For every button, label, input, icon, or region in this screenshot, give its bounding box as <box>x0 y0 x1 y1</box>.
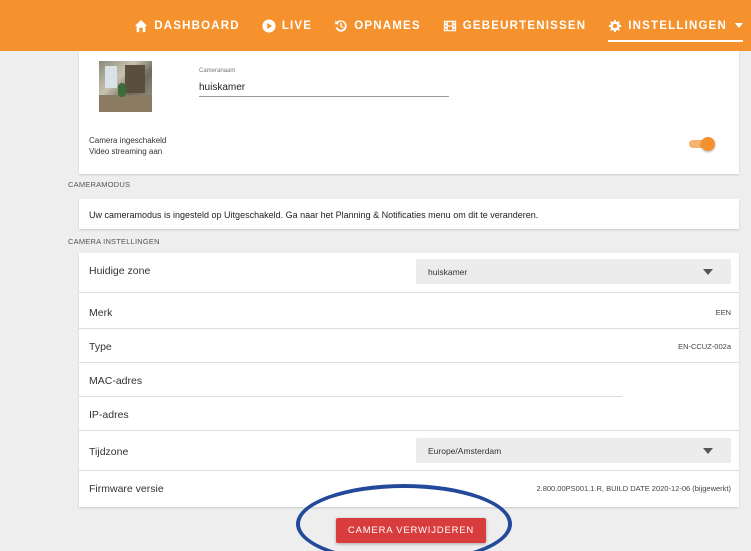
brand-value: EEN <box>715 308 731 317</box>
zone-select-value: huiskamer <box>428 267 468 277</box>
zone-row: Huidige zone huiskamer <box>79 253 739 293</box>
nav-gebeurtenissen[interactable]: GEBEURTENISSEN <box>443 0 587 51</box>
cameramodus-header: CAMERAMODUS <box>68 180 131 189</box>
dropdown-arrow-icon <box>703 448 713 454</box>
nav-gebeurtenissen-label: GEBEURTENISSEN <box>462 19 587 32</box>
timezone-row: Tijdzone Europe/Amsterdam <box>79 431 739 471</box>
camera-thumbnail[interactable] <box>99 61 152 112</box>
film-icon <box>443 20 456 31</box>
camera-name-label: Cameranaam <box>199 68 236 74</box>
gear-icon <box>609 19 622 32</box>
zone-label: Huidige zone <box>89 265 151 277</box>
camera-status: Camera ingeschakeld Video streaming aan <box>89 135 166 157</box>
camera-name-input[interactable] <box>199 78 449 97</box>
top-navigation-bar: DASHBOARD LIVE OPNAMES GEBEURTENISSEN IN… <box>0 0 751 51</box>
type-label: Type <box>89 341 112 353</box>
camera-settings-card: Huidige zone huiskamer Merk EEN Type EN-… <box>79 253 739 507</box>
type-value: EN-CCUZ-002a <box>678 342 731 351</box>
camera-mode-message: Uw cameramodus is ingesteld op Uitgescha… <box>79 199 739 229</box>
nav-instellingen-label: INSTELLINGEN <box>628 19 727 32</box>
ip-row: IP-adres <box>79 397 739 431</box>
nav-live[interactable]: LIVE <box>262 0 312 51</box>
timezone-select[interactable]: Europe/Amsterdam <box>416 438 731 463</box>
nav-opnames[interactable]: OPNAMES <box>334 0 421 51</box>
chevron-down-icon <box>735 23 743 28</box>
nav-dashboard[interactable]: DASHBOARD <box>134 0 240 51</box>
streaming-on-text: Video streaming aan <box>89 147 163 156</box>
firmware-value: 2.800.00PS001.1.R, BUILD DATE 2020-12-06… <box>536 484 731 493</box>
play-circle-icon <box>262 18 276 33</box>
brand-label: Merk <box>89 307 113 319</box>
camera-enabled-text: Camera ingeschakeld <box>89 136 167 145</box>
nav-dashboard-label: DASHBOARD <box>154 19 240 32</box>
timezone-select-value: Europe/Amsterdam <box>428 446 502 456</box>
firmware-label: Firmware versie <box>89 483 164 495</box>
home-icon <box>135 19 148 32</box>
nav-opnames-label: OPNAMES <box>354 19 421 32</box>
mac-row: MAC-adres <box>79 363 739 397</box>
zone-select[interactable]: huiskamer <box>416 259 731 284</box>
camera-card: Cameranaam Camera ingeschakeld Video str… <box>79 51 739 174</box>
brand-row: Merk EEN <box>79 295 739 329</box>
nav-instellingen[interactable]: INSTELLINGEN <box>608 0 743 51</box>
timezone-label: Tijdzone <box>89 446 129 458</box>
dropdown-arrow-icon <box>703 269 713 275</box>
mac-label: MAC-adres <box>89 375 143 387</box>
camera-settings-header: CAMERA INSTELLINGEN <box>68 237 160 246</box>
type-row: Type EN-CCUZ-002a <box>79 329 739 363</box>
nav-live-label: LIVE <box>281 19 313 32</box>
ip-label: IP-adres <box>89 409 129 421</box>
camera-enabled-toggle[interactable] <box>686 137 715 151</box>
history-icon <box>335 19 347 32</box>
